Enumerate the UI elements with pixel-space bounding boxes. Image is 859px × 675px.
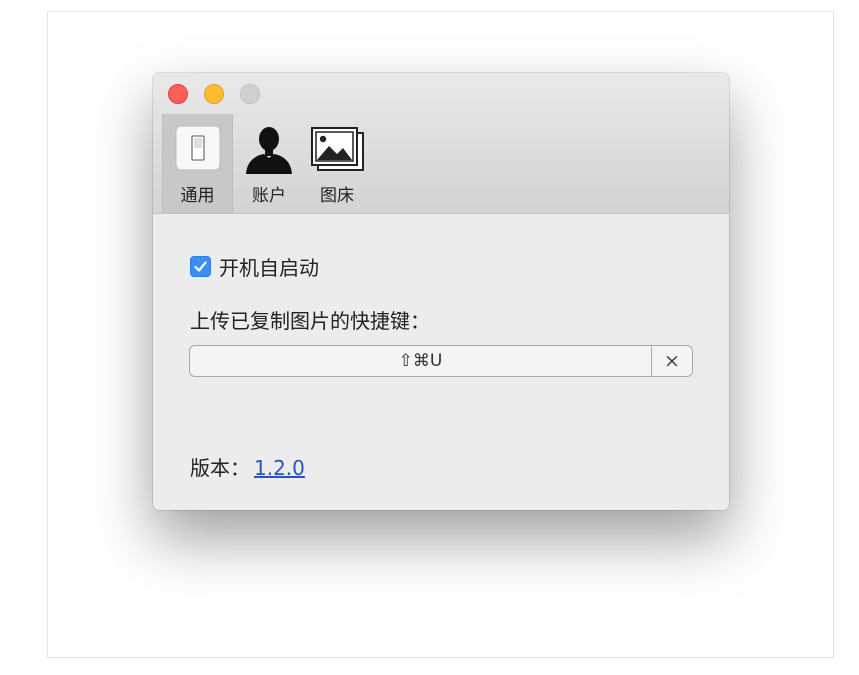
- checkmark-icon: [194, 260, 207, 272]
- tab-account[interactable]: 账户: [235, 114, 303, 213]
- general-pane: 开机自启动 上传已复制图片的快捷键： ⇧⌘U × 版本： 1.2.0: [153, 214, 729, 510]
- tab-general-label: 通用: [180, 186, 215, 206]
- clear-icon: ×: [664, 350, 680, 372]
- shortcut-recorder-field[interactable]: ⇧⌘U: [189, 345, 652, 377]
- tab-images-label: 图床: [320, 186, 354, 206]
- version-label: 版本：: [190, 456, 250, 480]
- minimize-button[interactable]: [204, 84, 224, 104]
- tab-account-label: 账户: [252, 186, 286, 206]
- preferences-window: 通用 账户 图床 开机自启动 上传已复制图片的快捷键： ⇧⌘U × 版本： 1.…: [153, 73, 729, 510]
- version-link[interactable]: 1.2.0: [254, 456, 305, 480]
- tab-images[interactable]: 图床: [303, 114, 371, 213]
- photos-icon: [308, 124, 366, 178]
- launch-at-login-row[interactable]: 开机自启动: [190, 254, 319, 280]
- close-button[interactable]: [168, 84, 188, 104]
- clear-shortcut-button[interactable]: ×: [651, 345, 693, 377]
- version-row: 版本： 1.2.0: [190, 452, 305, 481]
- shortcut-label: 上传已复制图片的快捷键：: [190, 309, 430, 333]
- toolbar: 通用 账户 图床: [153, 73, 729, 214]
- switch-icon: [174, 124, 222, 176]
- maximize-button: [240, 84, 260, 104]
- person-icon: [243, 124, 295, 180]
- launch-at-login-label: 开机自启动: [219, 255, 319, 280]
- shortcut-value: ⇧⌘U: [398, 351, 443, 371]
- launch-at-login-checkbox[interactable]: [190, 255, 211, 277]
- tab-general[interactable]: 通用: [162, 114, 233, 213]
